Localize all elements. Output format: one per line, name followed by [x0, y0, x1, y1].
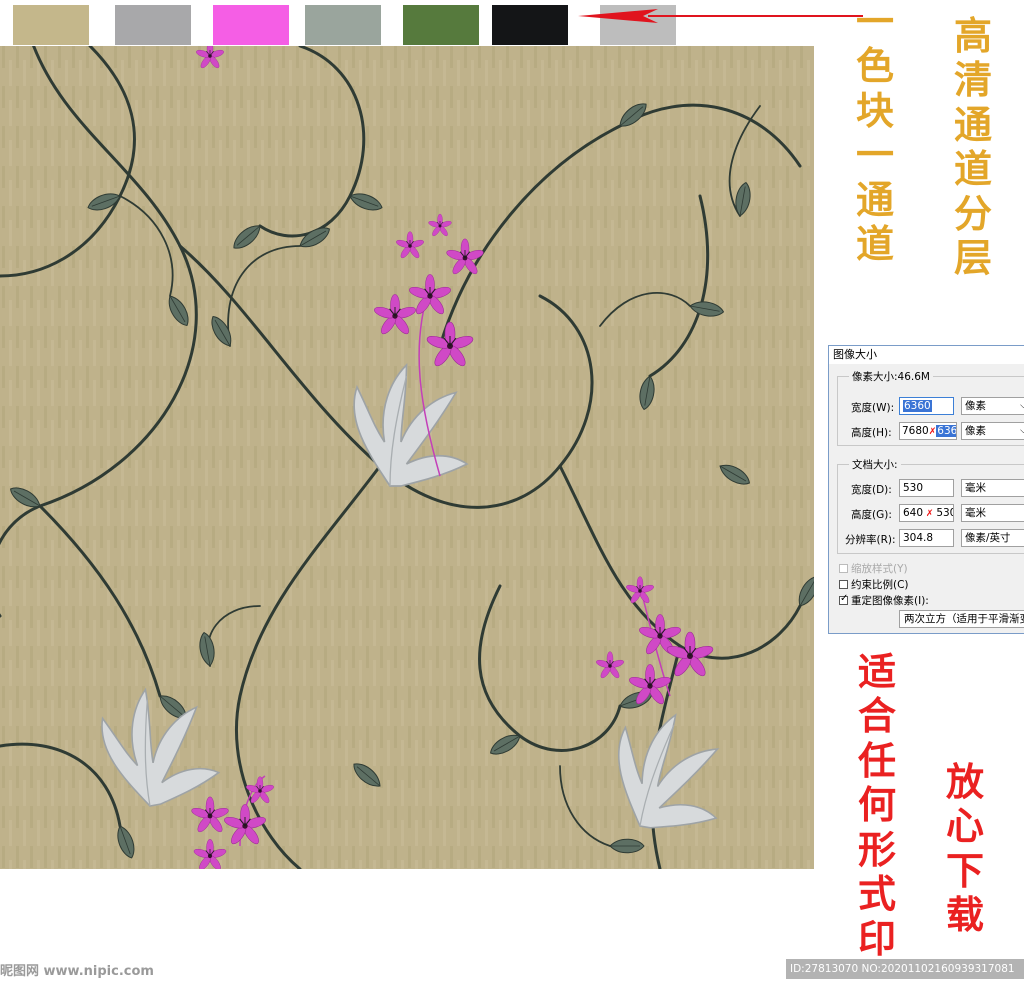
resolution-value: 304.8: [903, 532, 934, 544]
swatch-green: [403, 5, 479, 45]
char: 载: [946, 892, 985, 938]
resolution-input[interactable]: 304.8: [899, 529, 954, 547]
doc-width-unit: 毫米: [965, 482, 986, 494]
char: 块: [856, 87, 895, 133]
swatch-gray: [115, 5, 191, 45]
doc-height-value-old: 640: [903, 507, 924, 519]
constrain-label: 约束比例(C): [851, 579, 909, 591]
width-value: 6360: [903, 400, 932, 412]
resample-label: 重定图像像素(I):: [851, 595, 929, 607]
label-download-safely: 放 心 下 载: [946, 759, 985, 938]
scale-styles-label: 缩放样式(Y): [851, 563, 908, 575]
doc-width-input[interactable]: 530: [899, 479, 954, 497]
image-size-dialog: 图像大小 像素大小:46.6M 宽度(W): 6360 像素 ⌵ 高度(H): 7…: [828, 345, 1024, 634]
height-value-old: 7680: [902, 425, 929, 437]
swatch-magenta: [213, 5, 289, 45]
document-size-label: 文档大小:: [849, 457, 901, 472]
resolution-unit-select[interactable]: 像素/英寸: [961, 529, 1024, 547]
height-unit-select[interactable]: 像素 ⌵: [961, 422, 1024, 440]
chevron-down-icon: ⌵: [1020, 423, 1024, 439]
char: 色: [856, 43, 895, 89]
doc-height-unit: 毫米: [965, 507, 986, 519]
height-value-new: 6360: [936, 425, 956, 437]
image-id-bar: ID:27813070 NO:20201102160939317081: [786, 959, 1024, 979]
label-one-color-one-channel: 一 色 块 一 通 道: [856, 0, 894, 267]
doc-width-label: 宽度(D):: [851, 484, 892, 496]
height-label: 高度(H):: [851, 427, 892, 439]
char: 高: [954, 13, 993, 58]
floral-pattern: [0, 46, 814, 869]
char: 何: [858, 782, 897, 828]
pixel-size-label: 像素大小:46.6M: [849, 369, 933, 384]
char: 分: [954, 190, 993, 236]
char: 下: [946, 847, 985, 893]
resample-checkbox[interactable]: 重定图像像素(I):: [839, 593, 929, 608]
doc-height-input[interactable]: 640 ✗ 530: [899, 504, 954, 522]
char: 合: [858, 693, 897, 739]
char: 层: [954, 235, 993, 281]
char: 适: [858, 649, 897, 694]
resolution-unit: 像素/英寸: [965, 532, 1011, 544]
char: 一: [856, 132, 895, 178]
swatch-black: [492, 5, 568, 45]
char: 式: [858, 871, 897, 917]
doc-width-value: 530: [903, 482, 924, 494]
resample-method-select[interactable]: 两次立方（适用于平滑渐变: [899, 610, 1024, 628]
height-unit: 像素: [965, 425, 986, 437]
char: 道: [954, 146, 993, 192]
char: 放: [946, 759, 985, 804]
checkbox-box: [839, 593, 848, 605]
doc-height-unit-select[interactable]: 毫米: [961, 504, 1024, 522]
width-input[interactable]: 6360: [899, 397, 954, 415]
checkbox-box: [839, 564, 848, 573]
char: 心: [946, 803, 985, 849]
label-suitable-any-print: 适 合 任 何 形 式 印: [858, 649, 897, 961]
width-unit: 像素: [965, 400, 986, 412]
char: 一: [856, 0, 895, 44]
height-input[interactable]: 7680✗6360: [899, 422, 957, 440]
dialog-title: 图像大小: [829, 346, 1024, 364]
char: 形: [858, 826, 897, 872]
doc-width-unit-select[interactable]: 毫米: [961, 479, 1024, 497]
chevron-down-icon: ⌵: [1020, 398, 1024, 414]
scale-styles-checkbox[interactable]: 缩放样式(Y): [839, 561, 908, 576]
doc-height-value-new: 530: [936, 507, 953, 519]
swatch-sage: [305, 5, 381, 45]
char: 道: [856, 221, 895, 267]
char: 清: [954, 57, 993, 103]
width-label: 宽度(W):: [851, 402, 895, 414]
constrain-proportions-checkbox[interactable]: 约束比例(C): [839, 577, 909, 592]
char: 印: [858, 915, 897, 961]
width-unit-select[interactable]: 像素 ⌵: [961, 397, 1024, 415]
char: 通: [954, 101, 993, 147]
char: 任: [858, 737, 897, 783]
edit-mark: ✗: [923, 509, 937, 519]
site-watermark: 昵图网 www.nipic.com: [0, 964, 154, 979]
doc-height-label: 高度(G):: [851, 509, 892, 521]
checkbox-box: [839, 580, 848, 589]
arrow-left-icon: [578, 9, 863, 23]
resolution-label: 分辨率(R):: [845, 534, 896, 546]
char: 通: [856, 176, 895, 222]
label-hd-channel-layers: 高 清 通 道 分 层: [954, 13, 993, 281]
swatch-khaki: [13, 5, 89, 45]
